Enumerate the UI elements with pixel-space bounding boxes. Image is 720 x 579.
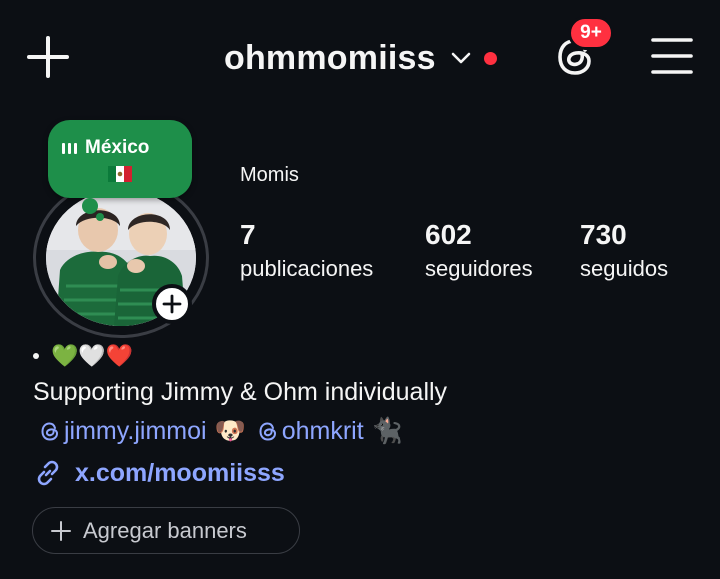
hearts-emoji: 💚🤍❤️	[51, 343, 134, 368]
add-banners-button[interactable]: Agregar banners	[32, 507, 300, 554]
bullet-icon	[33, 353, 39, 359]
account-switcher[interactable]: ohmmomiiss	[224, 30, 497, 86]
unread-dot	[483, 51, 497, 65]
threads-icon	[259, 422, 276, 441]
stat-posts[interactable]: 7 publicaciones	[240, 218, 373, 286]
black-cat-emoji: 🐈‍⬛	[371, 416, 403, 445]
note-tail	[82, 198, 98, 214]
add-banners-label: Agregar banners	[83, 517, 247, 543]
create-button[interactable]	[26, 35, 70, 79]
mexico-flag-icon	[108, 166, 132, 182]
stat-posts-value: 7	[240, 219, 256, 250]
notification-badge: 9+	[568, 16, 614, 50]
chevron-down-icon	[451, 52, 471, 64]
stat-following[interactable]: 730 seguidos	[580, 218, 668, 286]
stat-posts-label: publicaciones	[240, 256, 374, 281]
mention-jimmy-handle: jimmy.jimmoi	[64, 416, 207, 445]
audio-bars-icon	[62, 142, 77, 154]
bio-mentions: jimmy.jimmoi 🐶 ohmkrit 🐈‍⬛	[38, 414, 413, 448]
add-story-button[interactable]	[152, 284, 192, 324]
display-name: Momis	[240, 164, 299, 186]
stat-following-label: seguidos	[580, 256, 669, 281]
mention-ohmkrit-handle: ohmkrit	[281, 416, 364, 445]
note-text: México	[85, 137, 150, 158]
mention-ohmkrit[interactable]: ohmkrit	[256, 417, 364, 446]
hamburger-menu-icon	[651, 38, 693, 74]
menu-button[interactable]	[650, 36, 694, 76]
note-fade	[162, 120, 192, 198]
stat-followers-label: seguidores	[425, 256, 533, 281]
stat-followers[interactable]: 602 seguidores	[425, 218, 533, 286]
note-tail-small	[96, 213, 104, 221]
profile-note[interactable]: México	[48, 120, 192, 198]
plus-icon	[51, 520, 71, 541]
profile-link-text: x.com/moomiisss	[75, 458, 285, 487]
plus-icon	[27, 36, 69, 78]
note-text-row: México	[62, 137, 149, 159]
username: ohmmomiiss	[224, 38, 436, 77]
bio-emoji-line: 💚🤍❤️	[33, 340, 133, 372]
threads-icon	[41, 422, 59, 441]
mention-jimmy[interactable]: jimmy.jimmoi	[38, 417, 207, 446]
top-bar: ohmmomiiss 9+	[0, 0, 720, 110]
plus-icon	[162, 294, 182, 314]
bio-text: Supporting Jimmy & Ohm individually	[33, 378, 448, 406]
stat-followers-value: 602	[425, 219, 472, 250]
link-icon	[37, 460, 59, 486]
profile-link[interactable]: x.com/moomiisss	[33, 456, 285, 490]
dog-emoji: 🐶	[214, 416, 246, 445]
stat-following-value: 730	[580, 219, 627, 250]
